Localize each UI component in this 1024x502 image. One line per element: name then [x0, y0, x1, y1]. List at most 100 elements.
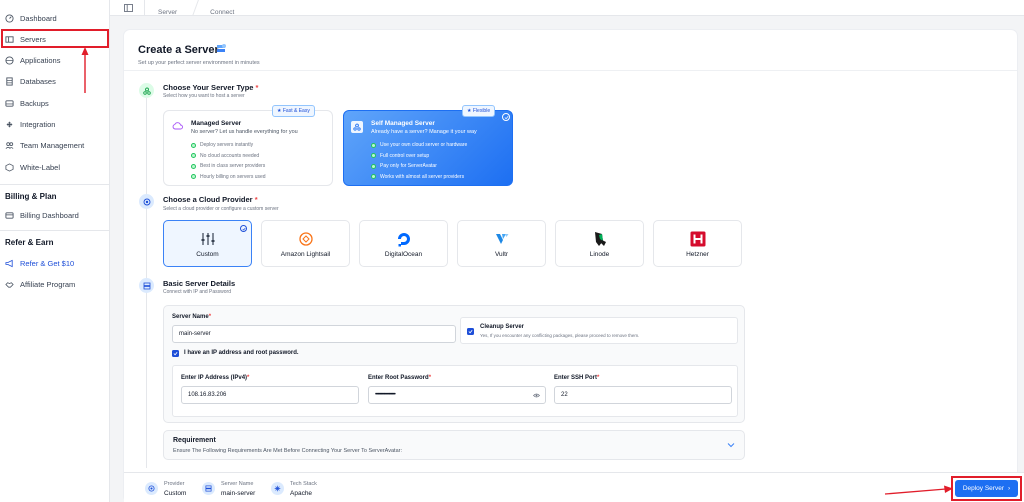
sidebar-item-label: Billing Dashboard: [20, 210, 79, 220]
provider-linode[interactable]: Linode: [555, 220, 644, 267]
sidebar-item-billing-dashboard[interactable]: Billing Dashboard: [5, 207, 79, 223]
sidebar-divider: [0, 230, 110, 231]
sidebar-item-dashboard[interactable]: Dashboard: [5, 10, 57, 26]
step3-icon: [139, 278, 154, 293]
provider-vultr[interactable]: Vultr: [457, 220, 546, 267]
eye-icon[interactable]: [533, 393, 540, 398]
step2-title-text: Choose a Cloud Provider: [163, 195, 253, 204]
cloud-provider-icon: [143, 198, 150, 205]
password-mask: ••••••••••••••••••: [375, 392, 396, 398]
server-name-summary-label: Server Name: [221, 481, 254, 487]
ssh-port-input[interactable]: 22: [554, 386, 732, 404]
server-details-icon: [143, 282, 150, 289]
page-title: Create a Server: [138, 44, 219, 56]
sidebar-item-databases[interactable]: Databases: [5, 73, 56, 89]
cloud-icon: [172, 122, 183, 130]
check-circle-icon: [191, 142, 196, 148]
step3-subtitle: Connect with IP and Password: [163, 289, 232, 295]
cleanup-checkbox[interactable]: [467, 328, 474, 335]
sidebar-item-refer[interactable]: Refer & Get $10: [5, 255, 74, 271]
feature-item: Use your own cloud server or hardware: [371, 142, 467, 148]
vultr-logo-icon: [495, 234, 508, 244]
provider-digitalocean[interactable]: DigitalOcean: [359, 220, 448, 267]
requirement-title: Requirement: [173, 437, 216, 444]
server-stack-icon: [217, 44, 226, 52]
self-managed-title: Self Managed Server: [371, 120, 435, 127]
provider-label: DigitalOcean: [384, 251, 423, 258]
feature-item: Full control over setup: [371, 153, 467, 159]
managed-server-card[interactable]: ★ Fast & Easy Managed Server No server? …: [163, 105, 333, 186]
deploy-server-button[interactable]: Deploy Server ›: [955, 480, 1018, 497]
provider-summary-icon: [145, 482, 158, 495]
server-name-input[interactable]: main-server: [172, 325, 456, 343]
servers-highlight-box: [1, 29, 109, 48]
root-password-input[interactable]: ••••••••••••••••••: [368, 386, 546, 404]
feature-text: Works with almost all server providers: [380, 173, 465, 180]
sidebar-item-affiliate[interactable]: Affiliate Program: [5, 276, 75, 292]
title-divider: [124, 70, 1017, 71]
deploy-button-label: Deploy Server: [962, 485, 1004, 492]
selected-check-icon: [502, 113, 510, 121]
sidebar-item-label: Team Management: [20, 140, 85, 150]
sidebar-item-applications[interactable]: Applications: [5, 52, 60, 68]
breadcrumb-server[interactable]: Server: [158, 9, 177, 16]
provider-label: Hetzner: [686, 251, 709, 258]
ip-address-input[interactable]: 108.16.83.206: [181, 386, 359, 404]
step1-title-text: Choose Your Server Type: [163, 83, 254, 92]
step2-title: Choose a Cloud Provider *: [163, 195, 258, 204]
create-server-card: Create a Server Set up your perfect serv…: [124, 30, 1017, 502]
sidebar-item-integration[interactable]: Integration: [5, 116, 55, 132]
sidebar-item-backups[interactable]: Backups: [5, 95, 49, 111]
ip-password-checkbox[interactable]: [172, 350, 179, 357]
sidebar-item-team-management[interactable]: Team Management: [5, 137, 84, 153]
provider-custom[interactable]: Custom: [163, 220, 252, 267]
top-bar: Server Connect: [110, 0, 1024, 16]
tech-stack-summary-label: Tech Stack: [290, 481, 317, 487]
step1-icon: [139, 83, 154, 98]
selected-check-icon: [240, 225, 247, 232]
provider-label: Vultr: [494, 251, 509, 258]
sidebar-item-label: Applications: [20, 55, 61, 65]
requirement-desc: Ensure The Following Requirements Are Me…: [173, 448, 402, 454]
check-circle-icon: [371, 153, 376, 158]
breadcrumb-separator: [192, 0, 200, 16]
breadcrumb-divider: [144, 0, 145, 16]
check-circle-icon: [371, 174, 376, 179]
team-icon: [5, 141, 14, 149]
fast-easy-badge: ★ Fast & Easy: [272, 105, 315, 117]
provider-label: Linode: [589, 251, 610, 258]
provider-label: Custom: [196, 251, 219, 258]
provider-amazon-lightsail[interactable]: Amazon Lightsail: [261, 220, 350, 267]
linode-logo-icon: [594, 232, 606, 246]
megaphone-icon: [5, 259, 13, 267]
handshake-icon: [5, 281, 14, 288]
chevron-down-icon[interactable]: [727, 442, 735, 448]
digitalocean-logo-icon: [397, 233, 410, 247]
feature-item: Best in class server providers: [191, 163, 266, 169]
cleanup-server-option[interactable]: Cleanup Server Yes, If you encounter any…: [460, 317, 738, 344]
annotation-arrow-up: [81, 47, 89, 93]
lightsail-logo-icon: [298, 232, 313, 246]
check-circle-icon: [191, 174, 196, 179]
refer-heading: Refer & Earn: [5, 238, 54, 247]
feature-text: Hourly billing on servers used: [200, 173, 266, 180]
check-circle-icon: [371, 163, 376, 169]
provider-summary-value: Custom: [164, 490, 187, 497]
sidebar: Dashboard Servers Applications Databases…: [0, 0, 110, 502]
requirement-accordion[interactable]: Requirement Ensure The Following Require…: [163, 430, 745, 460]
feature-item: Hourly billing on servers used: [191, 174, 266, 180]
check-circle-icon: [371, 142, 376, 148]
self-managed-server-card[interactable]: ★ Flexible Self Managed Server Already h…: [343, 105, 513, 186]
server-details-panel: Server Name* main-server Cleanup Server …: [163, 305, 745, 423]
feature-text: No cloud accounts needed: [200, 152, 260, 159]
check-circle-icon: [191, 163, 196, 169]
sidebar-item-white-label[interactable]: White-Label: [5, 159, 60, 175]
sidebar-item-label: Backups: [20, 98, 49, 108]
provider-hetzner[interactable]: Hetzner: [653, 220, 742, 267]
feature-text: Pay only for ServerAvatar: [380, 163, 437, 169]
server-name-summary-value: main-server: [221, 490, 256, 497]
sidebar-toggle-icon[interactable]: [124, 4, 133, 12]
breadcrumb-connect: Connect: [210, 8, 235, 16]
feature-text: Full control over setup: [380, 152, 430, 159]
server-name-summary-icon: [202, 482, 215, 495]
